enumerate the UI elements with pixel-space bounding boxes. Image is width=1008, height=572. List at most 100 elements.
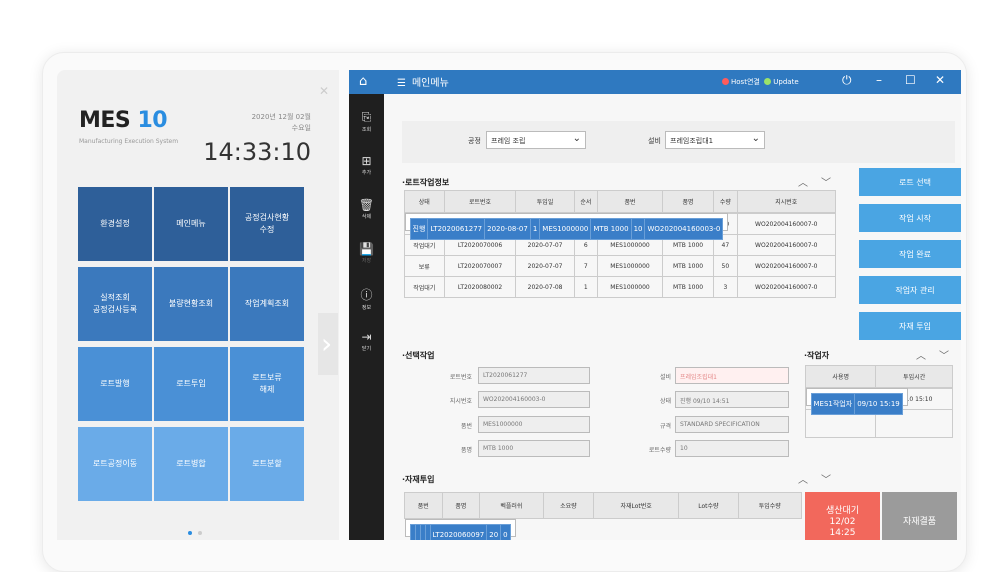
action-button[interactable]: 자재 투입 (859, 312, 961, 340)
table-header[interactable]: 품명 (661, 190, 715, 213)
home-icon[interactable]: ⌂ (359, 74, 367, 89)
tool-sidebar: ⎘ 조회 ⊞ 추가 🗑 삭제 💾 저장 ⓘ 정보 ⇥ 닫기 (349, 94, 384, 540)
table-header[interactable]: 순서 (573, 190, 599, 213)
spec-field: STANDARD SPECIFICATION (675, 416, 789, 433)
selected-section-title: ·선택작업 (402, 351, 435, 360)
launcher-tile[interactable]: 공정검사현황 수정 (230, 187, 304, 261)
main-window: ⌂ ☰ 메인메뉴 Host연결 Update ⏻ – ☐ ✕ ⎘ 조회 ⊞ 추가 🗑 삭제 💾… (349, 70, 961, 540)
table-cell: 2020-07-07 (515, 255, 575, 277)
date-display: 2020년 12월 02월 수요일 (251, 113, 311, 132)
close-icon[interactable]: ✕ (319, 84, 329, 98)
table-header[interactable]: 자재Lot번호 (593, 492, 680, 519)
table-cell: 진행 (409, 218, 429, 240)
table-header[interactable]: 벡플러쉬 (479, 492, 544, 519)
table-cell: MES1작업자 (810, 393, 856, 415)
table-header[interactable]: 지시번호 (736, 190, 837, 213)
table-cell: 20 (486, 524, 502, 540)
table-cell: 1 (529, 218, 541, 240)
table-cell: WO202004160003-0 (644, 218, 724, 240)
table-header[interactable]: 품명 (441, 492, 481, 519)
table-cell: WO202004160007-0 (736, 213, 837, 235)
table-row[interactable]: MES1작업자 09/10 15:19 (805, 388, 908, 415)
table-header[interactable]: 소요량 (542, 492, 595, 519)
chevron-up-icon[interactable]: ︿ (798, 471, 808, 486)
launcher-tile[interactable]: 실적조회 공정검사등록 (78, 267, 152, 341)
table-cell: 보류 (404, 255, 445, 277)
exit-icon: ⇥ (361, 330, 372, 344)
lot-qty-field: 10 (675, 440, 789, 457)
chevron-down-icon: ⌄ (751, 133, 760, 144)
table-row[interactable]: 진행 LT2020061277 2020-08-07 1 MES1000000 MTB 1… (404, 213, 729, 240)
launcher-tile[interactable]: 불량현황조회 (154, 267, 228, 341)
action-button[interactable]: 작업자 관리 (859, 276, 961, 304)
sidebar-item-exit[interactable]: ⇥ 닫기 (349, 330, 384, 352)
sidebar-item-save[interactable]: 💾 저장 (349, 242, 384, 264)
close-window-icon[interactable]: ✕ (935, 73, 945, 87)
equipment-select[interactable]: 프레임조립대1 ⌄ (665, 131, 765, 149)
table-cell: LT2020080002 (443, 276, 517, 298)
sidebar-item-add[interactable]: ⊞ 추가 (349, 154, 384, 176)
minimize-icon[interactable]: – (876, 73, 882, 87)
table-header[interactable]: 투입일 (515, 190, 575, 213)
table-cell: 7 (573, 255, 599, 277)
chevron-down-icon[interactable]: ﹀ (821, 174, 831, 189)
state-field: 진행 09/10 14:51 (675, 391, 789, 408)
launcher-tile[interactable]: 로트공정이동 (78, 427, 152, 501)
table-cell: MTB 1000 (661, 276, 715, 298)
process-select[interactable]: 프레임 조립 ⌄ (486, 131, 586, 149)
status-tile[interactable]: 자재결품 (882, 492, 957, 540)
status-tile[interactable]: 생산대기 12/02 14:25 (805, 492, 880, 540)
table-cell: MES1000000 (597, 255, 663, 277)
table-cell: LT2020070007 (443, 255, 517, 277)
table-header[interactable]: 수량 (713, 190, 738, 213)
chevron-down-icon[interactable]: ﹀ (939, 347, 949, 362)
chevron-up-icon[interactable]: ︿ (798, 174, 808, 189)
launcher-tile[interactable]: 로트투입 (154, 347, 228, 421)
sidebar-item-info[interactable]: ⓘ 정보 (349, 286, 384, 311)
table-row[interactable]: 보류 LT2020070007 2020-07-07 7 MES1000000 MTB 1… (404, 255, 837, 277)
info-icon: ⓘ (360, 288, 373, 302)
launcher-tile[interactable]: 로트보류 해제 (230, 347, 304, 421)
clock: 14:33:10 (203, 138, 311, 166)
table-header[interactable]: Lot수량 (678, 492, 739, 519)
table-row[interactable]: LT2020060097 20 0 (404, 519, 516, 540)
chevron-down-icon[interactable]: ﹀ (821, 471, 831, 486)
power-icon[interactable]: ⏻ (842, 73, 852, 88)
launcher-tile[interactable]: 로트분할 (230, 427, 304, 501)
next-page-arrow[interactable]: › (318, 313, 338, 375)
launcher-tile[interactable]: 로트발행 (78, 347, 152, 421)
table-row[interactable]: 작업대기 LT2020080002 2020-07-08 1 MES1000000 MTB… (404, 276, 837, 298)
launcher-tile[interactable]: 작업계획조회 (230, 267, 304, 341)
menu-icon: ☰ (397, 78, 406, 89)
logo-subtitle: Manufacturing Execution System (79, 138, 179, 145)
table-cell: 3 (713, 276, 738, 298)
trash-icon: 🗑 (358, 198, 375, 212)
window-title: ☰ 메인메뉴 (397, 78, 449, 89)
table-header[interactable]: 투입수량 (737, 492, 802, 519)
action-button[interactable]: 작업 완료 (859, 240, 961, 268)
table-header[interactable]: 품번 (404, 492, 443, 519)
action-button[interactable]: 작업 시작 (859, 204, 961, 232)
page-indicator (185, 520, 205, 539)
table-header[interactable]: 로트번호 (443, 190, 517, 213)
launcher-tile[interactable]: 메인메뉴 (154, 187, 228, 261)
table-cell: 1 (573, 276, 599, 298)
sidebar-item-label: 삭제 (361, 214, 372, 220)
table-header[interactable]: 품번 (597, 190, 663, 213)
table-header[interactable]: 투입시간 (875, 365, 953, 388)
table-header[interactable]: 상태 (404, 190, 445, 213)
action-button[interactable]: 로트 선택 (859, 168, 961, 196)
sidebar-item-search-doc[interactable]: ⎘ 조회 (349, 110, 384, 133)
sidebar-item-label: 저장 (361, 258, 372, 264)
launcher-tile[interactable]: 로트병합 (154, 427, 228, 501)
maximize-icon[interactable]: ☐ (905, 73, 916, 87)
sidebar-item-trash[interactable]: 🗑 삭제 (349, 198, 384, 220)
table-header[interactable]: 사용명 (804, 365, 877, 388)
worker-table: 사용명투입시간MES1작업자09/10 15:19MES2작업자09/10 15… (804, 365, 953, 438)
part-name-field: MTB 1000 (478, 440, 590, 457)
content-area: 공정 프레임 조립 ⌄ 설비 프레임조립대1 ⌄ ·로트작업정보 ︿ ﹀ 상태 로트번… (384, 94, 961, 540)
add-icon: ⊞ (361, 154, 372, 168)
chevron-up-icon[interactable]: ︿ (916, 347, 926, 362)
table-cell: 10 (630, 218, 646, 240)
launcher-tile[interactable]: 환경설정 (78, 187, 152, 261)
